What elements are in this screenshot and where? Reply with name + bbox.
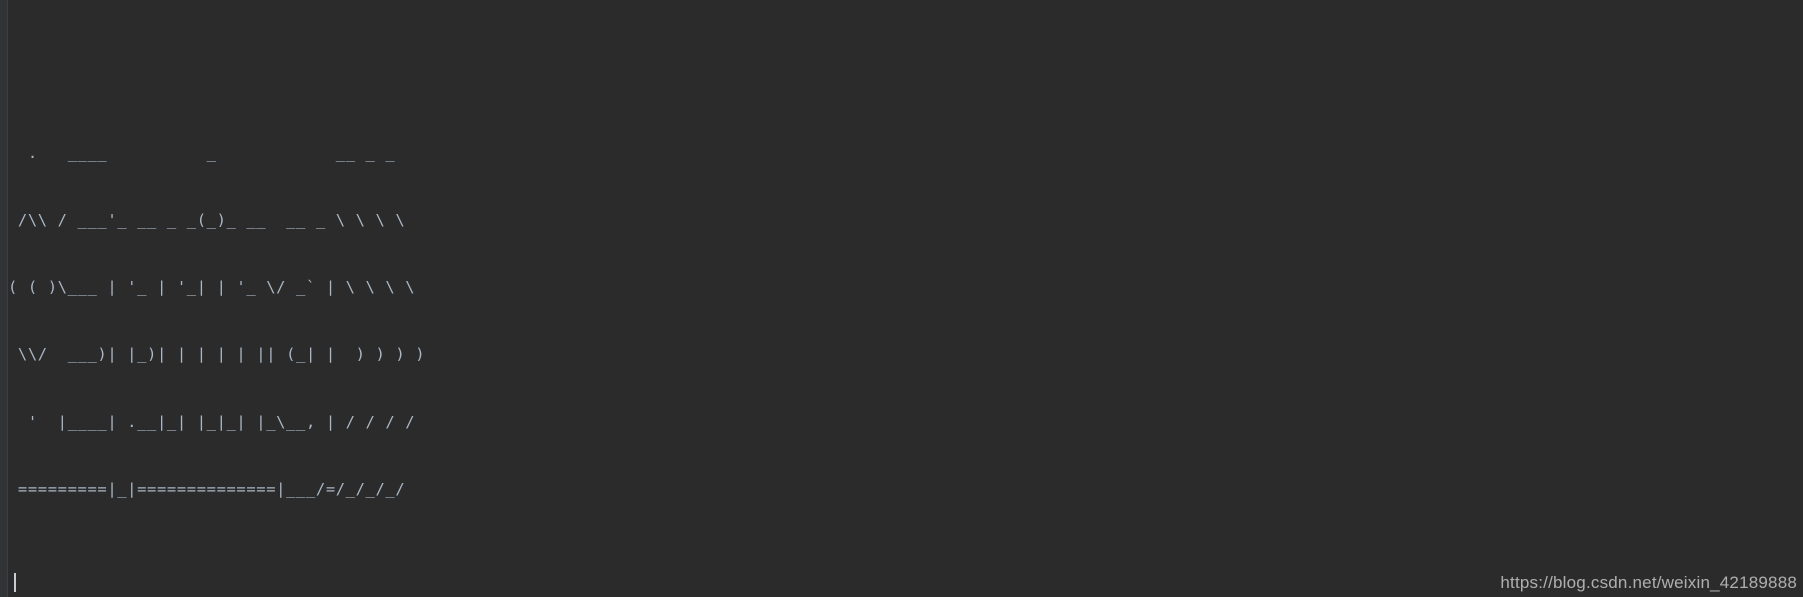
spring-boot-banner: . ____ _ __ _ _ /\\ / ___'_ __ _ _(_)_ _… — [8, 76, 1803, 545]
banner-line: . ____ _ __ _ _ — [8, 143, 396, 162]
banner-line: ' |____| .__|_| |_|_| |_\__, | / / / / — [8, 412, 416, 431]
banner-line: /\\ / ___'_ __ _ _(_)_ __ __ _ \ \ \ \ — [8, 211, 406, 230]
banner-line: \\/ ___)| |_)| | | | | || (_| | ) ) ) ) — [8, 345, 426, 364]
console-output-panel[interactable]: . ____ _ __ _ _ /\\ / ___'_ __ _ _(_)_ _… — [0, 0, 1803, 597]
banner-line: =========|_|==============|___/=/_/_/_/ — [8, 479, 406, 498]
console-scroll-area[interactable]: . ____ _ __ _ _ /\\ / ___'_ __ _ _(_)_ _… — [8, 0, 1803, 597]
editor-gutter — [0, 0, 8, 597]
text-caret — [14, 573, 16, 592]
banner-line: ( ( )\___ | '_ | '_| | '_ \/ _` | \ \ \ … — [8, 278, 416, 297]
